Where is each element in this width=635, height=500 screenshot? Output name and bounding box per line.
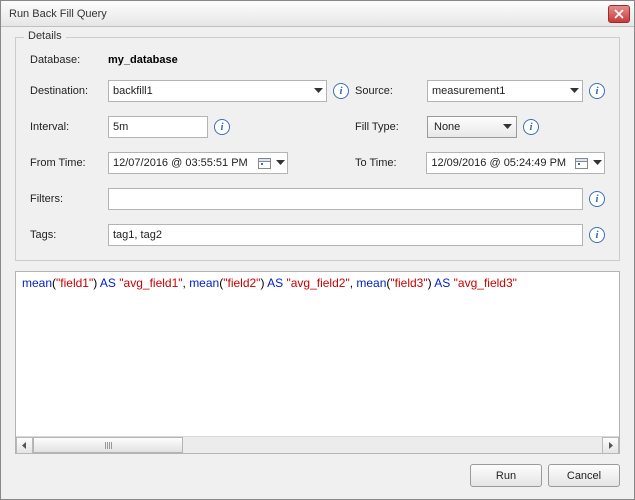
info-icon[interactable]: i (523, 119, 539, 135)
content-area: Details Database: my_database Destinatio… (1, 27, 634, 499)
filters-input[interactable] (108, 188, 583, 210)
window-title: Run Back Fill Query (9, 8, 608, 20)
close-icon (614, 9, 624, 19)
gripper-icon (105, 442, 112, 449)
destination-value: backfill1 (113, 85, 153, 97)
label-source: Source: (355, 85, 421, 97)
run-button[interactable]: Run (470, 464, 542, 487)
footer: Run Cancel (15, 454, 620, 487)
info-icon[interactable]: i (589, 191, 605, 207)
fromtime-value: 12/07/2016 @ 03:55:51 PM (113, 157, 248, 169)
filltype-value: None (434, 121, 460, 133)
source-combo[interactable]: measurement1 (427, 80, 583, 102)
row-database: Database: my_database (30, 54, 605, 66)
row-dest-source: Destination: backfill1 i Source: measure… (30, 80, 605, 102)
label-interval: Interval: (30, 121, 102, 133)
label-filters: Filters: (30, 193, 102, 205)
row-interval-fill: Interval: i Fill Type: None i (30, 116, 605, 138)
titlebar: Run Back Fill Query (1, 1, 634, 27)
label-destination: Destination: (30, 85, 102, 97)
calendar-icon (575, 157, 588, 169)
row-tags: Tags: i (30, 224, 605, 246)
info-icon[interactable]: i (333, 83, 349, 99)
query-text: mean("field1") AS "avg_field1", mean("fi… (16, 272, 619, 436)
value-database: my_database (108, 54, 178, 66)
chevron-down-icon (276, 160, 285, 166)
label-database: Database: (30, 54, 102, 66)
info-icon[interactable]: i (589, 83, 605, 99)
info-icon[interactable]: i (589, 227, 605, 243)
totime-value: 12/09/2016 @ 05:24:49 PM (431, 157, 566, 169)
totime-picker[interactable]: 12/09/2016 @ 05:24:49 PM (426, 152, 605, 174)
row-times: From Time: 12/07/2016 @ 03:55:51 PM To T… (30, 152, 605, 174)
scroll-track[interactable] (33, 437, 602, 453)
interval-input[interactable] (108, 116, 208, 138)
info-icon[interactable]: i (214, 119, 230, 135)
chevron-down-icon (570, 88, 579, 94)
tags-input[interactable] (108, 224, 583, 246)
filltype-dropdown[interactable]: None (427, 116, 517, 138)
row-filters: Filters: i (30, 188, 605, 210)
group-legend: Details (24, 30, 66, 42)
label-fromtime: From Time: (30, 157, 102, 169)
fromtime-picker[interactable]: 12/07/2016 @ 03:55:51 PM (108, 152, 288, 174)
scroll-right-button[interactable] (602, 437, 619, 454)
chevron-down-icon (503, 124, 512, 130)
cancel-button[interactable]: Cancel (548, 464, 620, 487)
scroll-left-button[interactable] (16, 437, 33, 454)
details-group: Details Database: my_database Destinatio… (15, 37, 620, 261)
destination-combo[interactable]: backfill1 (108, 80, 327, 102)
horizontal-scrollbar[interactable] (16, 436, 619, 453)
label-totime: To Time: (355, 157, 420, 169)
source-value: measurement1 (432, 85, 505, 97)
query-editor[interactable]: mean("field1") AS "avg_field1", mean("fi… (15, 271, 620, 454)
chevron-down-icon (314, 88, 323, 94)
chevron-down-icon (593, 160, 602, 166)
dialog-window: Run Back Fill Query Details Database: my… (0, 0, 635, 500)
scroll-thumb[interactable] (33, 437, 183, 453)
label-tags: Tags: (30, 229, 102, 241)
calendar-icon (258, 157, 271, 169)
label-filltype: Fill Type: (355, 121, 421, 133)
close-button[interactable] (608, 5, 630, 23)
